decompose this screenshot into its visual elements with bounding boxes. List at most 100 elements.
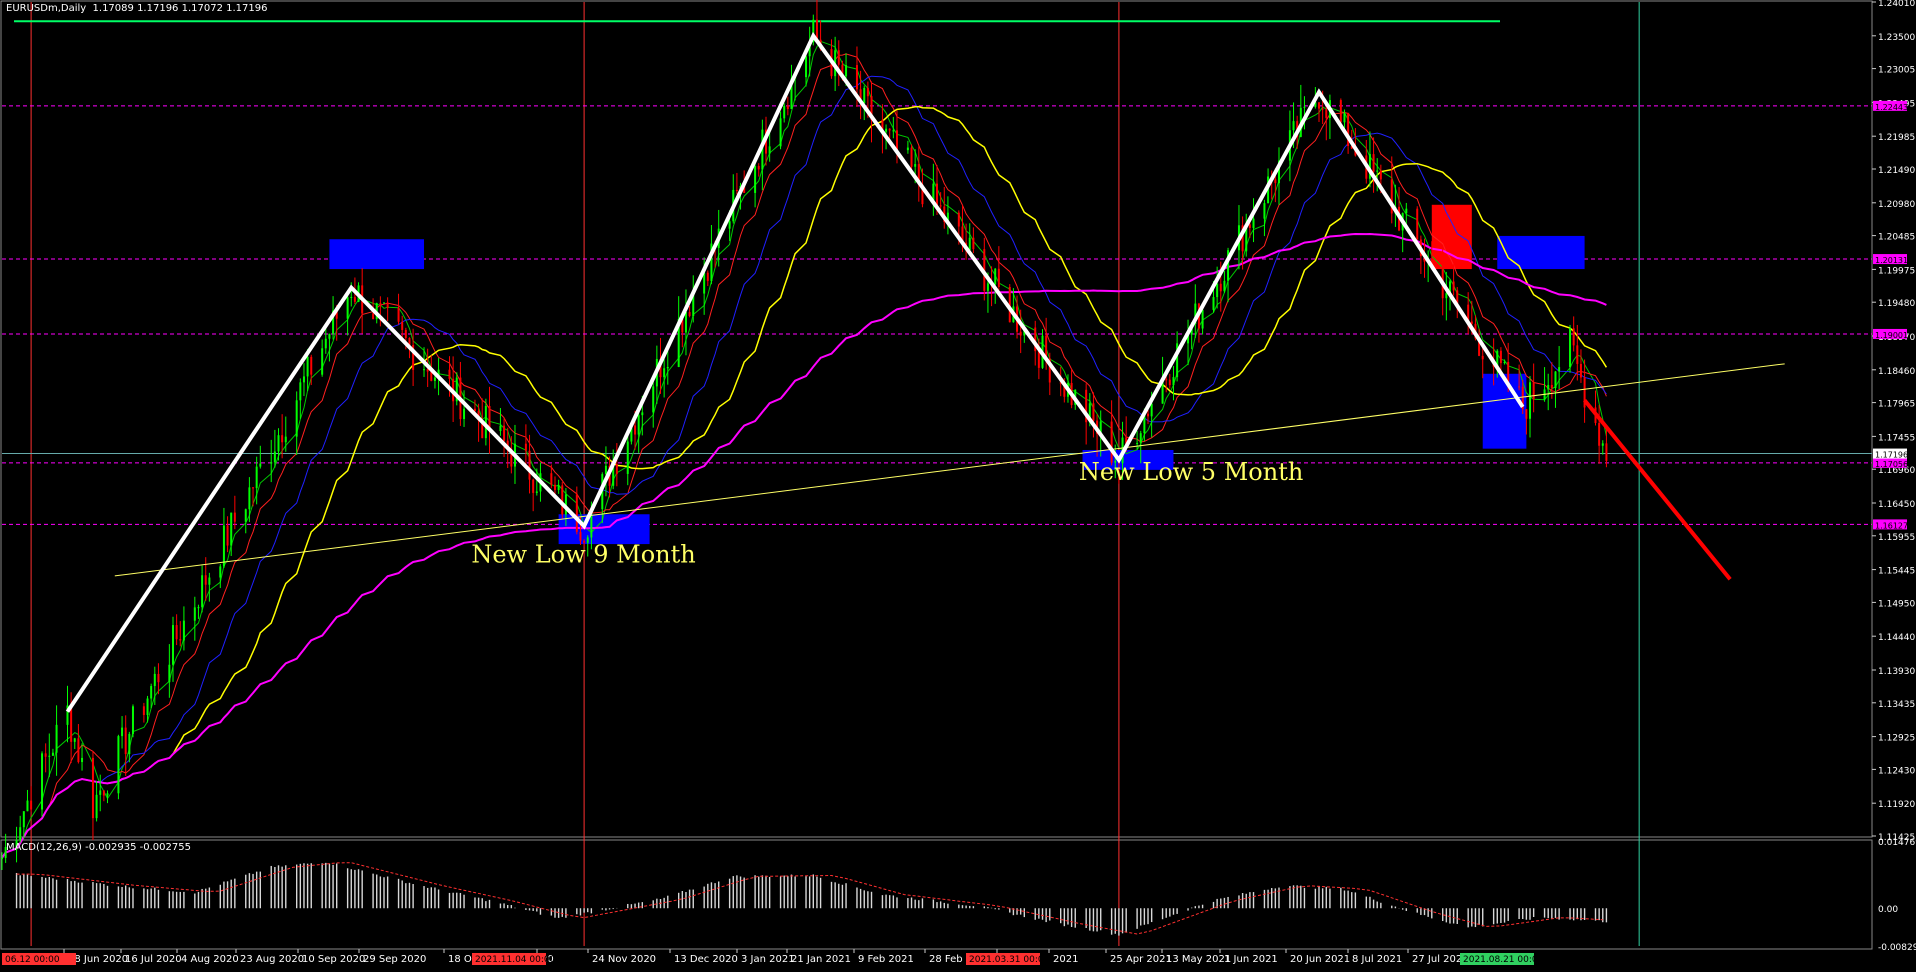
candle-body — [1110, 421, 1113, 463]
candle-body — [142, 706, 145, 715]
candle-body — [1343, 112, 1346, 123]
candle-body — [532, 479, 535, 493]
level-tag-label: 1.22443 — [1875, 103, 1908, 112]
candle-body — [1525, 409, 1528, 419]
candle-body — [302, 376, 305, 383]
time-label: 16 Jul 2020 — [125, 954, 182, 965]
candle-body — [26, 800, 29, 812]
blue-zone — [1482, 373, 1527, 449]
candle-body — [208, 577, 211, 585]
candle-body — [615, 464, 618, 474]
price-tick-label: 1.19480 — [1878, 299, 1915, 309]
candle-body — [423, 369, 426, 371]
candle-body — [383, 302, 386, 304]
candle-body — [1252, 218, 1255, 228]
candle-body — [914, 164, 917, 167]
candle-body — [30, 800, 33, 810]
candle-body — [1136, 442, 1139, 444]
candle-body — [994, 268, 997, 285]
candle-body — [936, 183, 938, 206]
candle-body — [754, 165, 757, 193]
candle-body — [1321, 108, 1324, 110]
candle-body — [535, 491, 538, 493]
candle-body — [51, 752, 54, 756]
candle-body — [783, 105, 786, 119]
candle-body — [805, 56, 808, 78]
candle-body — [1605, 443, 1608, 461]
candle-body — [463, 408, 466, 420]
candle-body — [473, 408, 476, 411]
price-tick-label: 1.13930 — [1878, 667, 1915, 677]
candle-body — [1499, 350, 1502, 364]
candle-body — [1274, 179, 1277, 184]
candle-body — [1172, 377, 1175, 386]
candle-body — [1201, 309, 1204, 329]
time-label: 3 Jan 2021 — [741, 954, 795, 965]
candle-body — [171, 625, 174, 665]
candle-body — [91, 757, 94, 819]
candle-body — [128, 733, 131, 755]
candle-body — [1292, 121, 1295, 131]
candle-body — [1092, 403, 1095, 421]
candle-body — [768, 146, 771, 154]
candle-body — [404, 329, 407, 338]
time-label: 23 Aug 2020 — [240, 954, 304, 965]
candle-body — [1445, 293, 1448, 299]
candle-body — [230, 512, 233, 546]
candle-body — [863, 87, 866, 104]
candle-body — [1263, 203, 1266, 219]
price-tick-label: 1.21490 — [1878, 166, 1915, 176]
candle-body — [1481, 355, 1484, 360]
candle-body — [1339, 100, 1342, 123]
candle-body — [1503, 361, 1506, 364]
price-tick-label: 1.12925 — [1878, 734, 1915, 744]
candle-body — [892, 130, 895, 132]
level-tag-label: 1.19001 — [1875, 331, 1908, 340]
time-label: 24 Nov 2020 — [592, 954, 656, 965]
candle-body — [372, 313, 375, 320]
time-marker-label: 06.12 00:00 — [5, 955, 60, 965]
candle-body — [499, 425, 502, 432]
candle-body — [503, 425, 506, 441]
candle-body — [1576, 345, 1579, 364]
time-label: 2021 — [1053, 954, 1078, 965]
candle-body — [1550, 384, 1553, 389]
candle-body — [1554, 371, 1557, 389]
candle-body — [524, 443, 527, 451]
level-tag-label: 1.20131 — [1875, 256, 1908, 265]
price-chart[interactable]: New Low 9 Month New Low 5 Month 1.24010 1.… — [0, 0, 1916, 972]
blue-zone — [558, 514, 650, 545]
candle-body — [757, 165, 760, 170]
candle-body — [1376, 170, 1379, 172]
candle-body — [81, 757, 84, 763]
candle-body — [1518, 386, 1521, 388]
price-tick-label: 1.21985 — [1878, 133, 1915, 143]
candle-body — [1168, 379, 1171, 386]
macd-tick-label: 0.00 — [1878, 905, 1898, 915]
chart-background — [0, 0, 1916, 972]
candle-body — [353, 297, 356, 302]
candle-body — [102, 790, 105, 796]
time-marker-label: 2021.08.21 00:00 — [1463, 955, 1544, 965]
candle-body — [131, 706, 134, 734]
candle-body — [99, 790, 102, 795]
candle-body — [786, 105, 789, 109]
candle-body — [703, 272, 706, 294]
candle-body — [626, 441, 629, 474]
candle-body — [1150, 403, 1153, 417]
candle-body — [70, 705, 73, 742]
candle-body — [666, 367, 669, 369]
candle-body — [426, 369, 429, 372]
candle-body — [281, 435, 284, 443]
candle-body — [41, 753, 44, 810]
blue-zone — [1497, 235, 1585, 270]
candle-body — [248, 487, 251, 510]
current-price-label: 1.17196 — [1875, 451, 1908, 460]
candle-body — [637, 415, 640, 435]
time-marker-label: 2021.03.31 00:00 — [969, 955, 1050, 965]
candle-body — [270, 462, 273, 464]
candle-body — [1601, 443, 1604, 446]
candle-body — [233, 512, 236, 522]
candle-body — [284, 436, 287, 443]
candle-body — [397, 307, 400, 322]
